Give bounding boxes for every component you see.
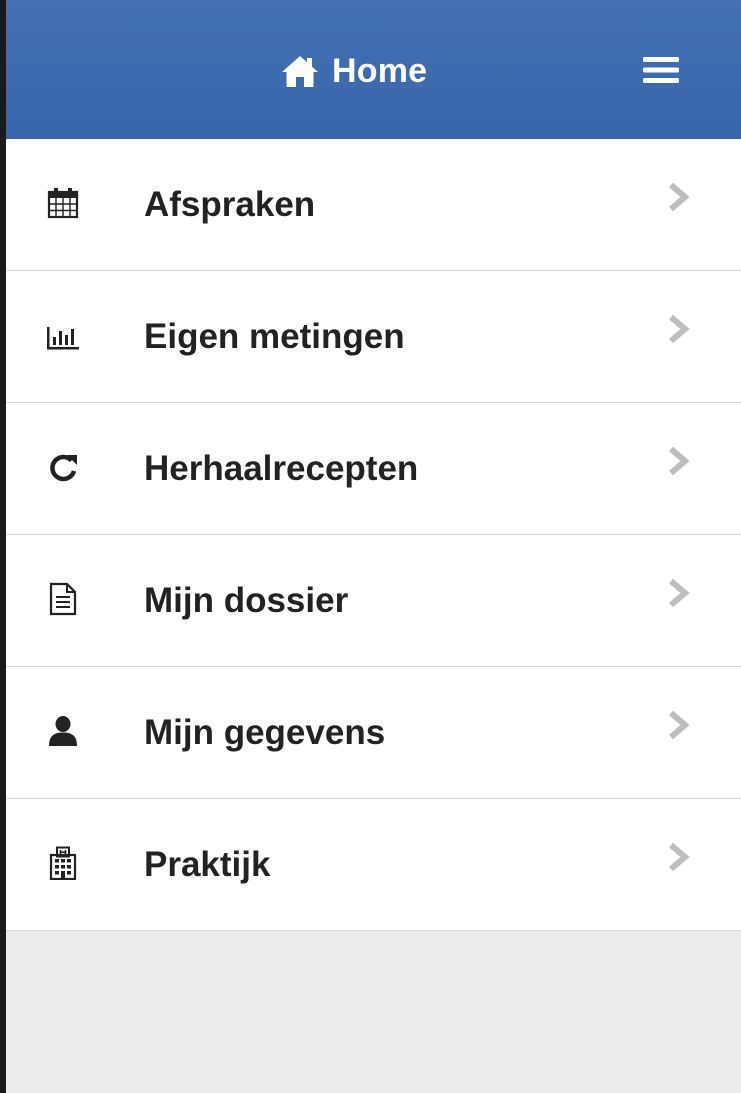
chevron-right-icon (663, 443, 693, 479)
page-title: Home (280, 46, 427, 96)
chevron-right-icon (663, 575, 693, 611)
home-icon (280, 53, 320, 89)
menu-item-afspraken[interactable]: Afspraken (6, 139, 741, 271)
menu-item-eigen-metingen[interactable]: Eigen metingen (6, 271, 741, 403)
chevron-right-icon (663, 839, 693, 875)
menu-item-label: Herhaalrecepten (144, 449, 419, 488)
document-icon (46, 582, 80, 616)
menu-item-label: Mijn gegevens (144, 713, 386, 752)
header-title-text: Home (332, 51, 428, 90)
menu-item-label: Eigen metingen (144, 317, 405, 356)
menu-item-mijn-gegevens[interactable]: Mijn gegevens (6, 667, 741, 799)
header-bar: Home (6, 0, 741, 139)
chevron-right-icon (663, 311, 693, 347)
menu-item-label: Praktijk (144, 845, 271, 884)
chevron-right-icon (663, 707, 693, 743)
menu-item-mijn-dossier[interactable]: Mijn dossier (6, 535, 741, 667)
menu-item-herhaalrecepten[interactable]: Herhaalrecepten (6, 403, 741, 535)
calendar-icon (46, 186, 80, 220)
bar-chart-icon (46, 318, 80, 352)
app-screen: Home Afspraken Eigen metingen Herhaalrec… (6, 0, 741, 1093)
hospital-icon (46, 846, 80, 880)
menu-item-label: Afspraken (144, 185, 316, 224)
hamburger-menu-icon (641, 54, 681, 91)
hamburger-menu-button[interactable] (631, 50, 691, 94)
chevron-right-icon (663, 179, 693, 215)
user-icon (46, 714, 80, 748)
main-menu-list: Afspraken Eigen metingen Herhaalrecepten… (6, 139, 741, 931)
menu-item-label: Mijn dossier (144, 581, 349, 620)
refresh-icon (46, 450, 80, 484)
menu-item-praktijk[interactable]: Praktijk (6, 799, 741, 931)
